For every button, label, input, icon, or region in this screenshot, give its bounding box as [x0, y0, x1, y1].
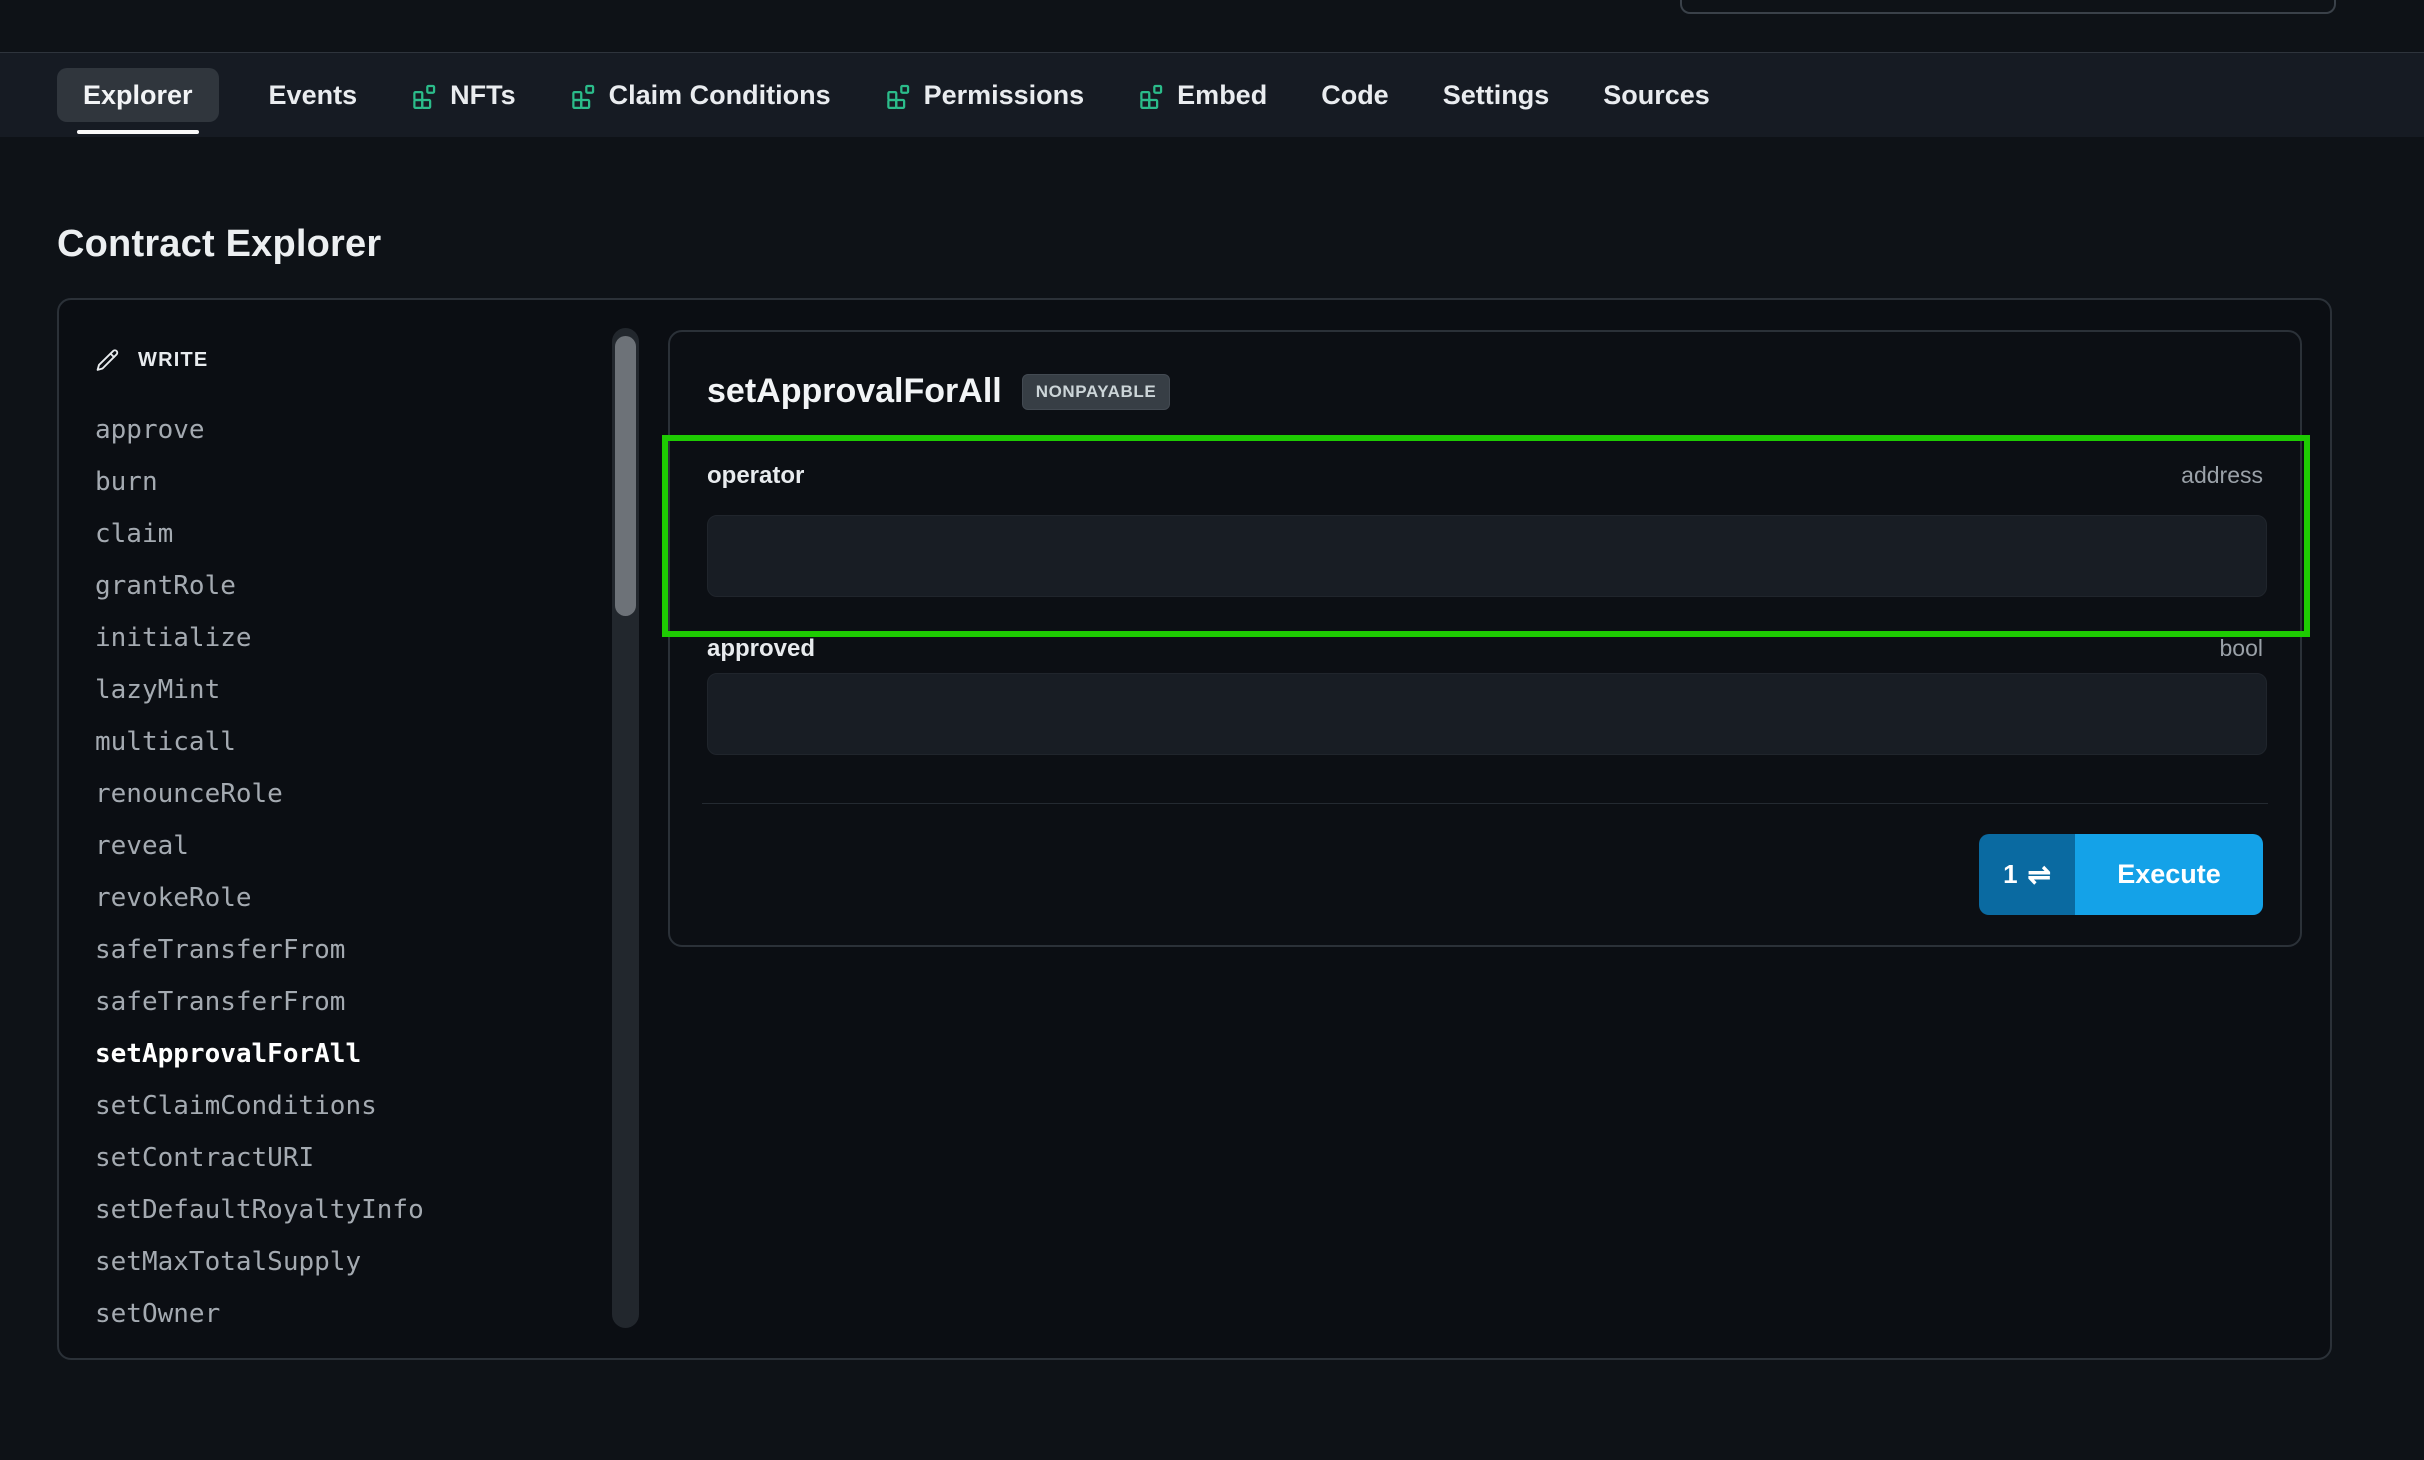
- function-item[interactable]: setDefaultRoyaltyInfo: [95, 1184, 595, 1236]
- function-item[interactable]: renounceRole: [95, 768, 595, 820]
- nav-tab-label: Claim Conditions: [609, 80, 831, 111]
- function-list-scrollbar[interactable]: [612, 328, 639, 1328]
- field-label-operator: operator: [707, 462, 804, 490]
- function-item[interactable]: grantRole: [95, 560, 595, 612]
- nav-tab-label: NFTs: [450, 80, 516, 111]
- nav-tab-label: Events: [269, 80, 358, 111]
- nav-tab-label: Sources: [1603, 80, 1710, 111]
- execute-button-group: 1 ⇌ Execute: [1979, 834, 2263, 915]
- function-item[interactable]: safeTransferFrom: [95, 976, 595, 1028]
- nav-tab[interactable]: Settings: [1439, 53, 1554, 137]
- function-item[interactable]: setContractURI: [95, 1132, 595, 1184]
- operator-input[interactable]: [707, 515, 2267, 597]
- cutoff-toolbar-outline: [1680, 0, 2336, 14]
- field-type-approved: bool: [2220, 635, 2263, 662]
- nav-tab[interactable]: Embed: [1134, 53, 1271, 137]
- nav-tab[interactable]: Permissions: [881, 53, 1089, 137]
- contract-tab-bar: Explorer Events: [0, 52, 2424, 137]
- function-item[interactable]: initialize: [95, 612, 595, 664]
- simulations-count: 1: [2003, 859, 2017, 890]
- mutability-badge: NONPAYABLE: [1022, 374, 1171, 410]
- field-type-operator: address: [2181, 462, 2263, 489]
- function-item[interactable]: claim: [95, 508, 595, 560]
- nav-tab[interactable]: Explorer: [57, 53, 219, 137]
- page-title: Contract Explorer: [57, 223, 381, 266]
- scrollbar-thumb[interactable]: [615, 336, 636, 616]
- function-item[interactable]: lazyMint: [95, 664, 595, 716]
- nav-tab[interactable]: Events: [265, 53, 362, 137]
- write-section-label: WRITE: [138, 349, 208, 372]
- extension-grid-icon: [885, 82, 912, 109]
- active-tab-underline: [77, 130, 199, 134]
- function-item[interactable]: multicall: [95, 716, 595, 768]
- approved-input[interactable]: [707, 673, 2267, 755]
- function-name-heading: setApprovalForAll: [707, 372, 1002, 411]
- field-label-approved: approved: [707, 635, 815, 663]
- nav-tab[interactable]: Code: [1317, 53, 1393, 137]
- pencil-icon: [95, 348, 120, 373]
- nav-tab-label: Embed: [1177, 80, 1267, 111]
- swap-harpoons-icon: ⇌: [2028, 861, 2051, 889]
- nav-tab-label: Permissions: [924, 80, 1085, 111]
- nav-tab-label: Settings: [1443, 80, 1550, 111]
- function-card: setApprovalForAll NONPAYABLE operator ad…: [668, 330, 2302, 947]
- function-item[interactable]: setClaimConditions: [95, 1080, 595, 1132]
- function-item[interactable]: setMaxTotalSupply: [95, 1236, 595, 1288]
- function-list: approve burn claim grantRole initialize …: [95, 404, 595, 1340]
- function-item[interactable]: safeTransferFrom: [95, 924, 595, 976]
- card-footer-divider: [702, 803, 2268, 804]
- nav-tab[interactable]: Sources: [1599, 53, 1714, 137]
- function-item[interactable]: burn: [95, 456, 595, 508]
- extension-grid-icon: [1138, 82, 1165, 109]
- extension-grid-icon: [411, 82, 438, 109]
- nav-tab[interactable]: NFTs: [407, 53, 520, 137]
- function-item[interactable]: approve: [95, 404, 595, 456]
- write-section-header: WRITE: [95, 348, 208, 373]
- function-item[interactable]: reveal: [95, 820, 595, 872]
- nav-tab-label: Code: [1321, 80, 1389, 111]
- function-item[interactable]: revokeRole: [95, 872, 595, 924]
- execute-button[interactable]: Execute: [2075, 834, 2263, 915]
- nav-tab[interactable]: Claim Conditions: [566, 53, 835, 137]
- extension-grid-icon: [570, 82, 597, 109]
- contract-explorer-panel: WRITE approve burn claim grantRole initi…: [57, 298, 2332, 1360]
- function-item[interactable]: setApprovalForAll: [95, 1028, 595, 1080]
- nav-tab-label: Explorer: [83, 80, 193, 111]
- function-item[interactable]: setOwner: [95, 1288, 595, 1340]
- simulate-count-button[interactable]: 1 ⇌: [1979, 834, 2075, 915]
